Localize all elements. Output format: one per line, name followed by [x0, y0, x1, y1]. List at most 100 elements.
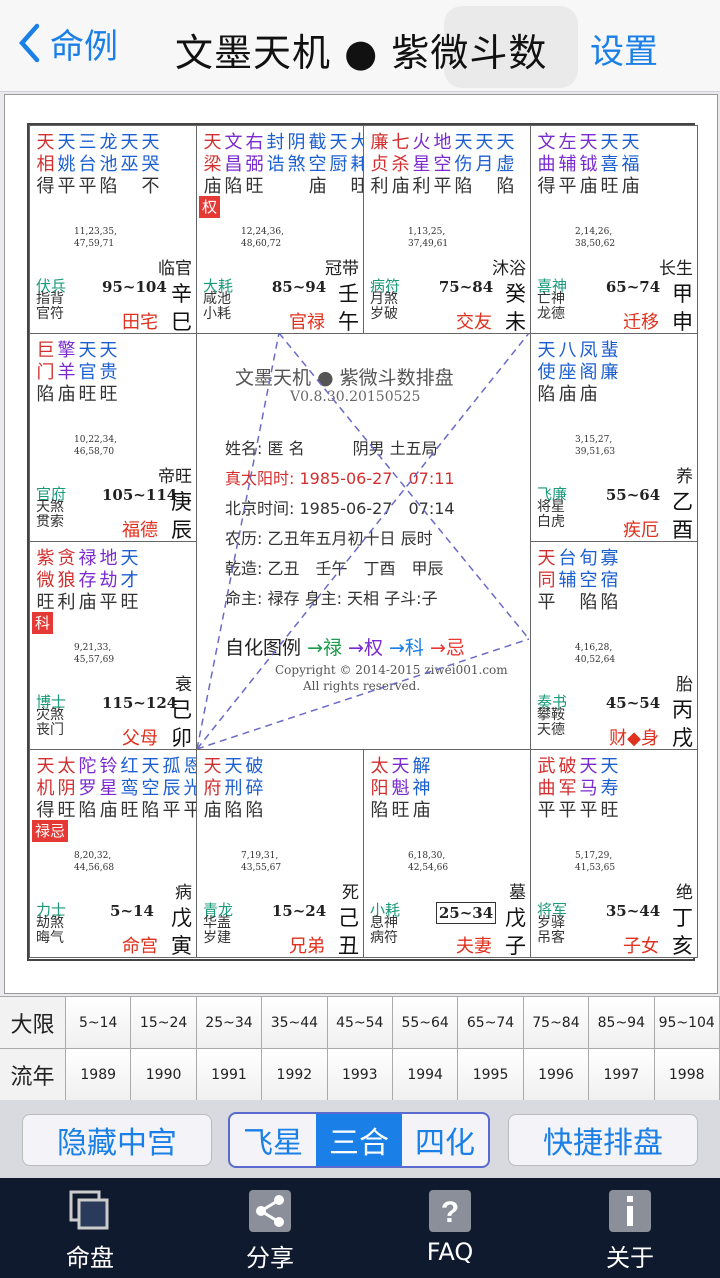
star-list: 文曲得左辅平天钺庙天喜旺天福庙: [536, 132, 641, 198]
segment-sanhe[interactable]: 三合: [316, 1114, 402, 1166]
svg-text:?: ?: [441, 1196, 459, 1229]
star-list: 天相得天姚平三台平龙池陷天巫天哭不: [35, 132, 161, 198]
star: 紫微旺: [35, 548, 56, 614]
star-char: 铃: [99, 756, 118, 777]
changsheng-label: 临官: [158, 259, 192, 279]
daxian-cell[interactable]: 35~44: [262, 997, 328, 1048]
palace-cell[interactable]: 武曲平破军平天马平天寿旺 5,17,29, 41,53,65 绝将军 岁驿 吊客 35~44…: [530, 749, 698, 958]
age-line: 5,17,29,: [575, 851, 613, 861]
minor-star: 晦气: [36, 930, 64, 946]
star-char: 辅: [558, 570, 577, 591]
sanhe-line: [196, 332, 280, 750]
star-char: 天: [600, 756, 619, 777]
palace-cell[interactable]: 紫微旺贪狼利禄存庙地劫平天才旺科 9,21,33, 45,57,69 衰博士 灾煞 丧门 1…: [29, 541, 197, 750]
star-char: 喜: [600, 154, 619, 175]
palace-cell[interactable]: 天同平台辅旬空陷寡宿陷 4,16,28, 40,52,64 胎奏书 攀鞍 天德 45~54 财…: [530, 541, 698, 750]
palace-name: 迁移: [623, 312, 659, 333]
quick-chart-button[interactable]: 快捷排盘: [508, 1114, 698, 1166]
minor-star: 小耗: [203, 306, 231, 322]
star-char: 天: [600, 132, 619, 153]
star-brightness: 平: [433, 176, 452, 197]
star: 右弼旺: [244, 132, 265, 198]
daxian-cell[interactable]: 95~104: [654, 997, 720, 1048]
star-char: 魁: [391, 778, 410, 799]
age-numbers: 2,14,26, 38,50,62: [575, 226, 615, 250]
liunian-cell[interactable]: 1990: [131, 1049, 197, 1100]
star-char: 红: [120, 756, 139, 777]
liunian-cell[interactable]: 1994: [392, 1049, 459, 1100]
age-line: 2,14,26,: [575, 227, 613, 237]
star-char: 阳: [370, 778, 389, 799]
liunian-cell[interactable]: 1996: [523, 1049, 590, 1100]
star-char: 罗: [78, 778, 97, 799]
palace-cell[interactable]: 廉贞利七杀庙火星利地空平天伤陷天月天虚陷 1,13,25, 37,49,61 沐浴 病符…: [363, 125, 531, 334]
star-char: 天: [579, 132, 598, 153]
palace-cell[interactable]: 天机得太阴旺陀罗陷铃星庙红鸾旺天空陷孤辰平恩光平禄忌8,20,32,44,56,…: [29, 749, 197, 958]
star-char: 使: [537, 362, 556, 383]
star-char: 天: [579, 756, 598, 777]
liunian-cell[interactable]: 1991: [196, 1049, 263, 1100]
tab-faq[interactable]: ? FAQ: [400, 1188, 500, 1266]
star-brightness: 平: [537, 592, 556, 613]
tab-label: 关于: [606, 1244, 654, 1272]
liunian-cell[interactable]: 1995: [458, 1049, 524, 1100]
star: 天同平: [536, 548, 557, 614]
star-char: 太: [57, 756, 76, 777]
daxian-cell[interactable]: 15~24: [131, 997, 197, 1048]
changsheng-label: 养: [676, 467, 693, 487]
star-char: 贵: [99, 362, 118, 383]
period-table: 大限 5~14 15~24 25~34 35~44 45~54 55~64 65~74 75~…: [0, 996, 720, 1101]
hide-center-button[interactable]: 隐藏中宫: [22, 1114, 212, 1166]
daxian-cell[interactable]: 5~14: [66, 997, 132, 1048]
segment-sihua[interactable]: 四化: [402, 1114, 488, 1166]
star: 铃星庙: [98, 756, 119, 822]
palace-name: 田宅: [122, 312, 158, 333]
ganzhi-zhi: 未: [505, 310, 526, 334]
palace-cell[interactable]: 天使陷八座庙凤阁庙蜚廉 3,15,27, 39,51,63 养飞廉 将星 白虎 55~64 疾…: [530, 333, 698, 542]
palace-cell[interactable]: 巨门陷擎羊庙天官旺天贵旺 10,22,34, 46,58,70 帝旺 官府 天煞 贯索 105…: [29, 333, 197, 542]
daxian-cell[interactable]: 75~84: [523, 997, 590, 1048]
liunian-cell[interactable]: 1993: [327, 1049, 393, 1100]
star-brightness: 庙: [203, 800, 222, 821]
palace-cell[interactable]: 天梁庙文昌陷右弼旺封诰阴煞截空庙天厨大耗旺权12,24,36,48,60,72冠…: [196, 125, 364, 334]
liunian-cell[interactable]: 1997: [589, 1049, 655, 1100]
tab-about[interactable]: 关于: [580, 1188, 680, 1273]
palace-cell[interactable]: 天府庙天刑陷破碎陷 7,19,31, 43,55,67 死青龙 华盖 岁建 15~24 兄弟己…: [196, 749, 364, 958]
liunian-cell[interactable]: 1992: [262, 1049, 328, 1100]
liunian-cell[interactable]: 1998: [654, 1049, 720, 1100]
changsheng-label: 绝: [676, 883, 693, 903]
star-brightness: 陷: [141, 800, 160, 821]
star-char: 龙: [99, 132, 118, 153]
star-char: 鸾: [120, 778, 139, 799]
segment-feixing[interactable]: 飞星: [230, 1114, 316, 1166]
star-char: 天: [203, 756, 222, 777]
star: 巨门陷: [35, 340, 56, 406]
tab-share[interactable]: 分享: [220, 1188, 320, 1273]
minor-star: 将星: [537, 499, 565, 515]
daxian-cell[interactable]: 25~34: [196, 997, 263, 1048]
daxian-cell[interactable]: 85~94: [589, 997, 655, 1048]
star: 解神庙: [411, 756, 432, 822]
star-brightness: 得: [36, 176, 55, 197]
liunian-cell[interactable]: 1989: [66, 1049, 132, 1100]
daxian-cell[interactable]: 55~64: [392, 997, 459, 1048]
star: 天魁旺: [390, 756, 411, 822]
age-numbers: 7,19,31, 43,55,67: [241, 850, 281, 874]
ganzhi-zhi: 卯: [171, 726, 192, 750]
palace-cell[interactable]: 文曲得左辅平天钺庙天喜旺天福庙 2,14,26, 38,50,62 长生 喜神 亡神 龙德 6…: [530, 125, 698, 334]
daxian-cell[interactable]: 45~54: [327, 997, 393, 1048]
ganzhi-zhi: 申: [672, 310, 693, 334]
tab-chart[interactable]: 命盘: [40, 1188, 140, 1273]
age-line: 48,60,72: [241, 239, 282, 249]
settings-button[interactable]: 设置: [590, 24, 658, 73]
palace-cell[interactable]: 天相得天姚平三台平龙池陷天巫天哭不 11,23,35, 47,59,71 临官 伏兵 指背…: [29, 125, 197, 334]
star: 龙池陷: [98, 132, 119, 198]
control-bar: 隐藏中宫 飞星 三合 四化 快捷排盘: [0, 1100, 720, 1178]
daxian-range: 65~74: [605, 278, 661, 296]
back-button[interactable]: 命例: [18, 18, 118, 68]
palace-cell[interactable]: 太阳陷天魁旺解神庙 6,18,30, 42,54,66 墓小耗 息神 病符 25~34 夫妻戊…: [363, 749, 531, 958]
age-line: 8,20,32,: [74, 851, 112, 861]
daxian-cell[interactable]: 65~74: [458, 997, 524, 1048]
star: 天官旺: [77, 340, 98, 406]
daxian-range: 45~54: [605, 694, 661, 712]
